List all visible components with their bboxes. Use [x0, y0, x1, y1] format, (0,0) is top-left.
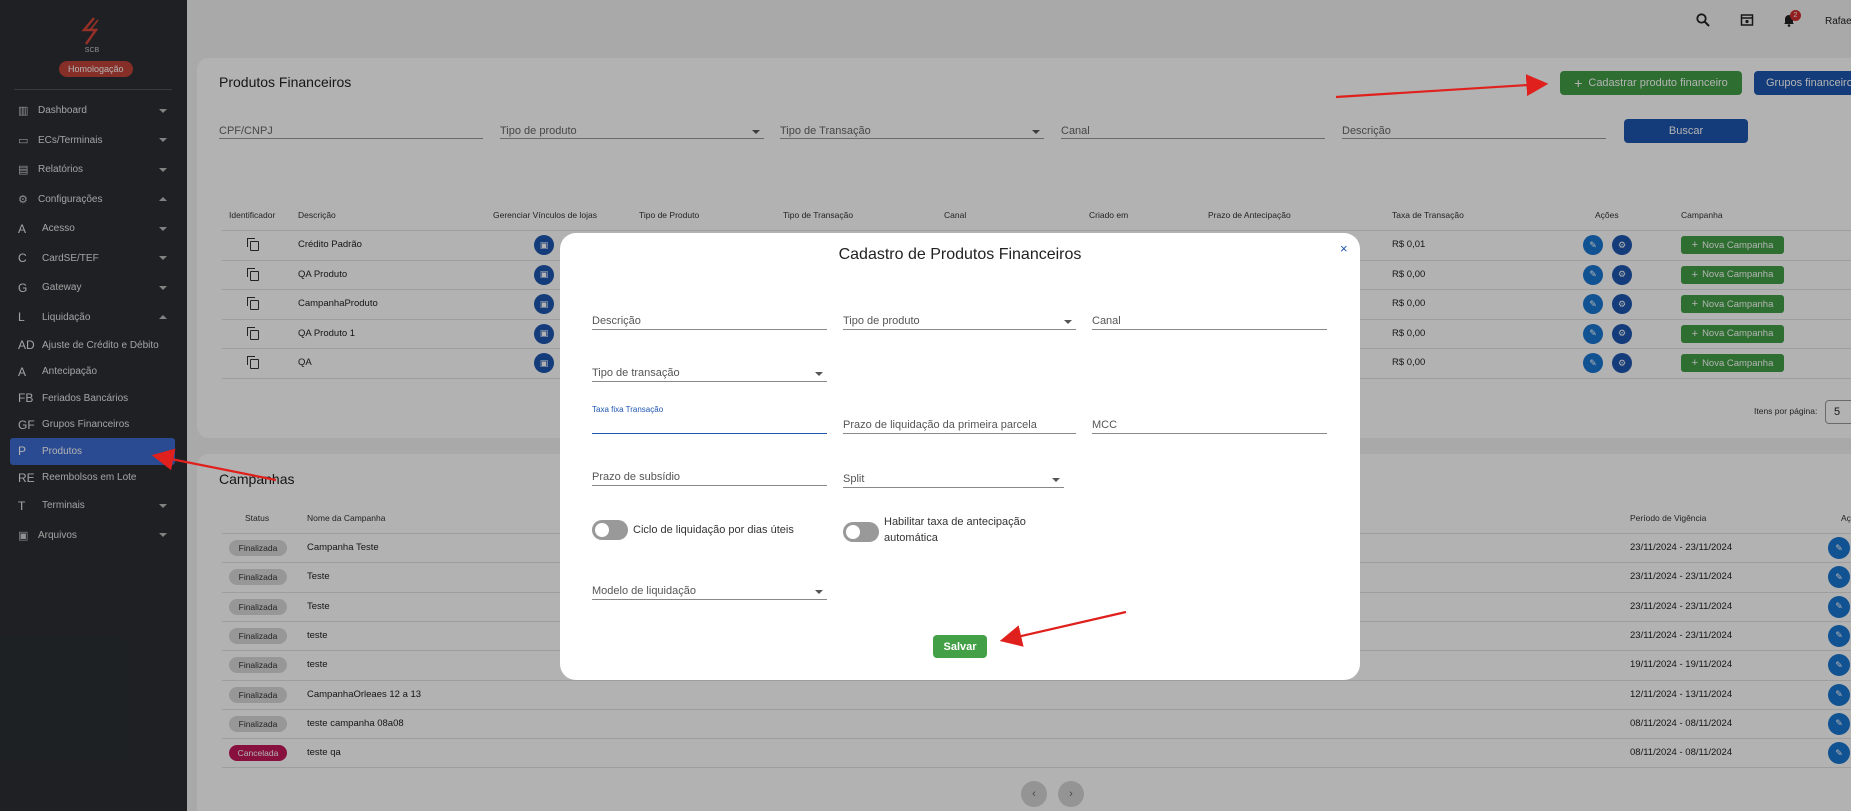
product-type-select[interactable]: Tipo de produto	[843, 312, 1076, 330]
close-icon[interactable]: ×	[1340, 241, 1348, 256]
first-installment-term-field[interactable]: Prazo de liquidação da primeira parcela	[843, 416, 1076, 434]
settlement-model-select[interactable]: Modelo de liquidação	[592, 582, 827, 600]
channel-field[interactable]: Canal	[1092, 312, 1327, 330]
fixed-fee-input[interactable]	[592, 416, 827, 434]
mcc-field[interactable]: MCC	[1092, 416, 1327, 434]
auto-anticipation-toggle[interactable]	[843, 522, 879, 542]
save-button[interactable]: Salvar	[933, 635, 987, 658]
product-registration-modal: Cadastro de Produtos Financeiros × Descr…	[560, 233, 1360, 680]
transaction-type-select[interactable]: Tipo de transação	[592, 364, 827, 382]
fixed-fee-label: Taxa fixa Transação	[592, 405, 664, 414]
business-days-label: Ciclo de liquidação por dias úteis	[633, 524, 794, 536]
auto-anticipation-label-line1: Habilitar taxa de antecipação	[884, 516, 1026, 528]
auto-anticipation-label-line2: automática	[884, 532, 938, 544]
modal-title: Cadastro de Produtos Financeiros	[838, 246, 1082, 263]
business-days-toggle[interactable]	[592, 520, 628, 540]
description-field[interactable]: Descrição	[592, 312, 827, 330]
subsidy-term-field[interactable]: Prazo de subsídio	[592, 468, 827, 486]
split-select[interactable]: Split	[843, 470, 1064, 488]
